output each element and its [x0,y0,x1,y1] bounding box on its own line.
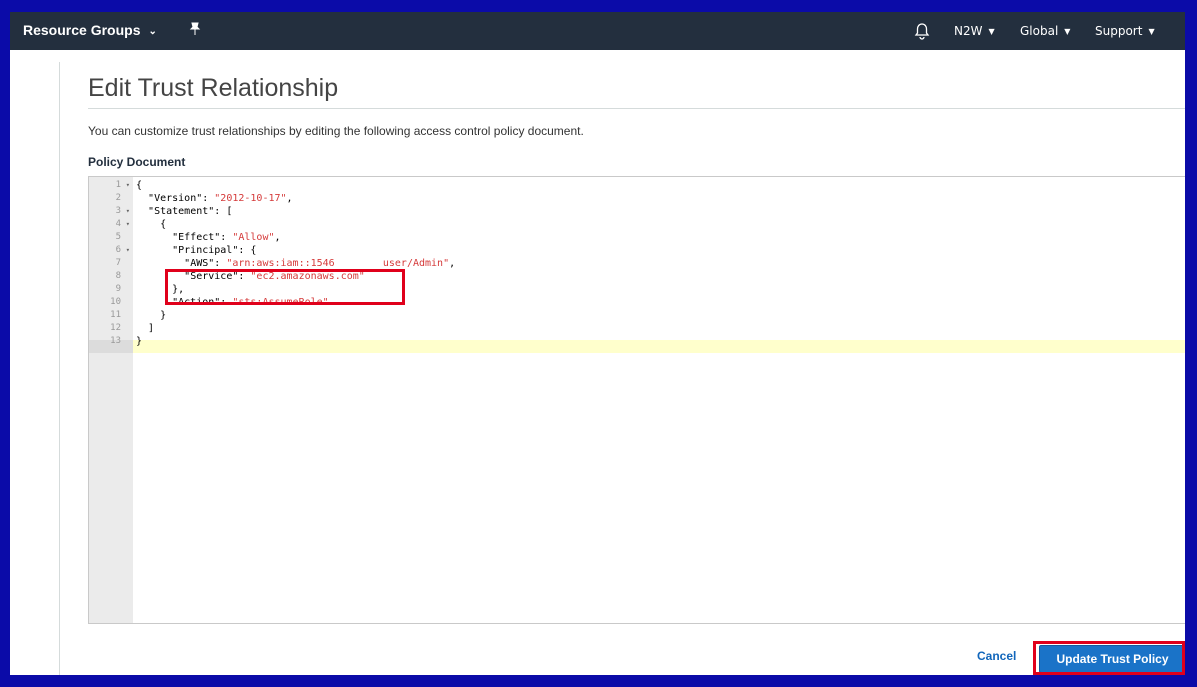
code-value: "Allow" [232,232,275,243]
code-line: { [136,218,166,231]
code-tail: , [286,193,293,204]
code-tail: ] [148,323,155,334]
caret-down-icon: ▼ [1148,27,1155,36]
fold-arrow-icon[interactable]: ▾ [126,205,130,218]
account-label: N2W [954,24,983,38]
gutter-line-number: 13 [89,335,133,348]
gutter-line-number: 10 [89,296,133,309]
line-number: 12 [110,323,121,333]
line-number: 7 [115,258,121,268]
code-line: } [136,309,166,322]
gutter-line-number: 12 [89,322,133,335]
code-key: "Version": [148,193,215,204]
page-title: Edit Trust Relationship [88,74,339,102]
title-divider [88,108,1185,109]
policy-code-editor[interactable]: 1 ▾ 2 3 ▾ 4 ▾ 5 6 ▾ 7 8 9 10 11 12 13 { "Version": "2012… [88,176,1185,624]
support-label: Support [1095,24,1143,38]
page-description: You can customize trust relationships by… [88,124,584,138]
code-tail: { [136,180,143,191]
line-number: 5 [115,232,121,242]
caret-down-icon: ▼ [988,27,995,36]
code-value: "arn:aws:iam::1546 user/Admin" [226,258,450,269]
code-tail: } [136,336,143,347]
code-tail: { [160,219,167,230]
content-divider [59,62,60,675]
line-number: 10 [110,297,121,307]
code-key: "Effect": [172,232,233,243]
gutter-line-number: 5 [89,231,133,244]
code-line: "Statement": [ [136,205,232,218]
cancel-button[interactable]: Cancel [977,649,1016,663]
update-button-highlight-annotation [1033,641,1185,675]
line-number: 9 [115,284,121,294]
code-key: "Statement": [148,206,227,217]
line-number: 3 [115,206,121,216]
service-highlight-annotation [165,269,405,305]
gutter-line-number: 9 [89,283,133,296]
region-label: Global [1020,24,1059,38]
region-menu[interactable]: Global ▼ [1020,24,1070,38]
gutter-line-number: 6 ▾ [89,244,133,257]
line-number: 11 [110,310,121,320]
line-number: 6 [115,245,121,255]
code-tail: , [449,258,456,269]
code-line: } [136,335,142,348]
gutter-line-number: 4 ▾ [89,218,133,231]
line-number: 8 [115,271,121,281]
gutter-line-number: 11 [89,309,133,322]
gutter-line-number: 8 [89,270,133,283]
app-window: Resource Groups ⌄ N2W ▼ Global ▼ Support ▼ E… [10,12,1185,675]
fold-arrow-icon[interactable]: ▾ [126,179,130,192]
code-line: { [136,179,142,192]
top-navbar: Resource Groups ⌄ N2W ▼ Global ▼ Support ▼ [10,12,1185,50]
line-number: 1 [115,180,121,190]
code-key: "Principal": [172,245,251,256]
code-tail: } [160,310,167,321]
code-value: "2012-10-17" [214,193,287,204]
code-tail: { [250,245,257,256]
code-line: "Effect": "Allow", [136,231,281,244]
bell-icon[interactable] [914,22,930,45]
code-line: "Version": "2012-10-17", [136,192,293,205]
code-key: "AWS": [184,258,227,269]
line-number: 13 [110,336,121,346]
fold-arrow-icon[interactable]: ▾ [126,218,130,231]
fold-arrow-icon[interactable]: ▾ [126,244,130,257]
caret-down-icon: ▼ [1064,27,1071,36]
account-menu[interactable]: N2W ▼ [954,24,995,38]
pin-icon[interactable] [189,22,201,39]
editor-active-line [133,340,1185,353]
gutter-line-number: 1 ▾ [89,179,133,192]
gutter-line-number: 7 [89,257,133,270]
resource-groups-label: Resource Groups [23,22,141,38]
policy-document-label: Policy Document [88,155,186,169]
line-number: 2 [115,193,121,203]
code-tail: , [274,232,281,243]
code-line: "Principal": { [136,244,256,257]
code-line: ] [136,322,154,335]
resource-groups-menu[interactable]: Resource Groups ⌄ [23,22,157,38]
chevron-down-icon: ⌄ [148,26,157,37]
gutter-line-number: 2 [89,192,133,205]
line-number: 4 [115,219,121,229]
code-tail: [ [226,206,233,217]
support-menu[interactable]: Support ▼ [1095,24,1155,38]
gutter-line-number: 3 ▾ [89,205,133,218]
